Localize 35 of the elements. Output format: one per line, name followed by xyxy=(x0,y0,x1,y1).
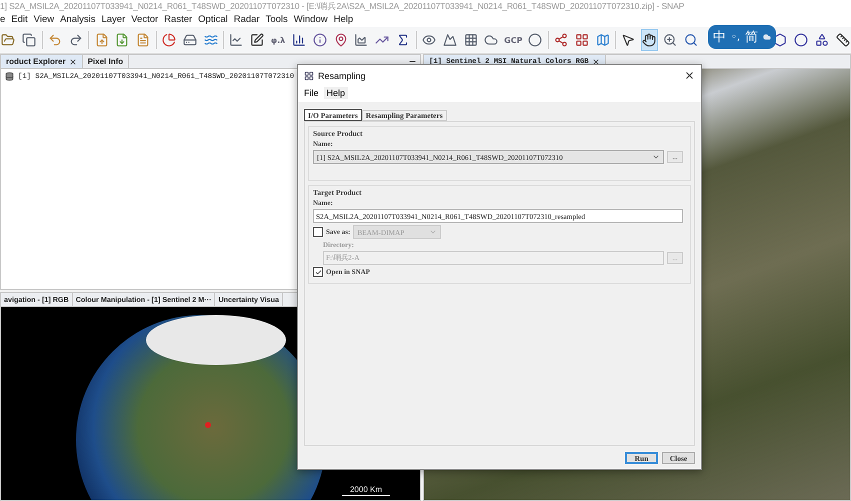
product-icon xyxy=(5,72,14,81)
menu-item[interactable]: Raster xyxy=(164,14,192,24)
panel-tab[interactable]: Pixel Info xyxy=(82,55,130,68)
app-icon xyxy=(304,70,314,80)
menu-item[interactable]: Help xyxy=(334,14,354,24)
menu-item[interactable]: Vector xyxy=(131,14,158,24)
scale-bar: 2000 Km xyxy=(342,485,390,496)
input-method-bar[interactable]: 中 ◦, 简 xyxy=(708,25,776,49)
open-in-snap-checkbox[interactable] xyxy=(313,267,323,277)
menu-item[interactable]: Optical xyxy=(198,14,228,24)
menu-item[interactable]: Radar xyxy=(234,14,260,24)
close-icon xyxy=(68,58,77,66)
save-as-checkbox[interactable] xyxy=(313,227,323,237)
ime-script-label: 简 xyxy=(745,29,758,46)
chevron-down-icon xyxy=(652,153,660,161)
ime-mode-label: 中 xyxy=(713,29,726,46)
geo-coordinates-tool[interactable]: φ.λ xyxy=(270,29,286,51)
menu-item[interactable]: Analysis xyxy=(60,14,96,24)
chevron-down-icon xyxy=(429,228,438,236)
ime-punctuation-label: ◦, xyxy=(731,32,740,42)
hand-icon[interactable] xyxy=(640,29,658,51)
menu-item[interactable]: Edit xyxy=(11,14,28,24)
window-title: 1] S2A_MSIL2A_20201107T033941_N0214_R061_T48SWD_20201107T072310 - [E:\哨兵2A\S2A_MSIL2A_20201107T033941_N0214_R061_T48SWD_20201107T072310.zip] - SNAP xyxy=(0,1,684,11)
close-icon xyxy=(592,58,600,66)
menu-item[interactable]: Window xyxy=(294,14,328,24)
menu-item[interactable]: Layer xyxy=(101,14,126,24)
dialog-title: Resampling xyxy=(318,70,367,80)
menu-item[interactable]: Help xyxy=(324,87,348,99)
menu-item[interactable]: File xyxy=(301,87,322,99)
panel-tab[interactable]: roduct Explorer xyxy=(1,55,83,68)
menu-item[interactable]: Tools xyxy=(266,14,288,24)
close-icon[interactable] xyxy=(684,70,695,81)
menu-item[interactable]: View xyxy=(34,14,54,24)
menu-item[interactable]: e xyxy=(0,14,6,24)
gcp-tool[interactable]: GCP xyxy=(504,29,523,51)
